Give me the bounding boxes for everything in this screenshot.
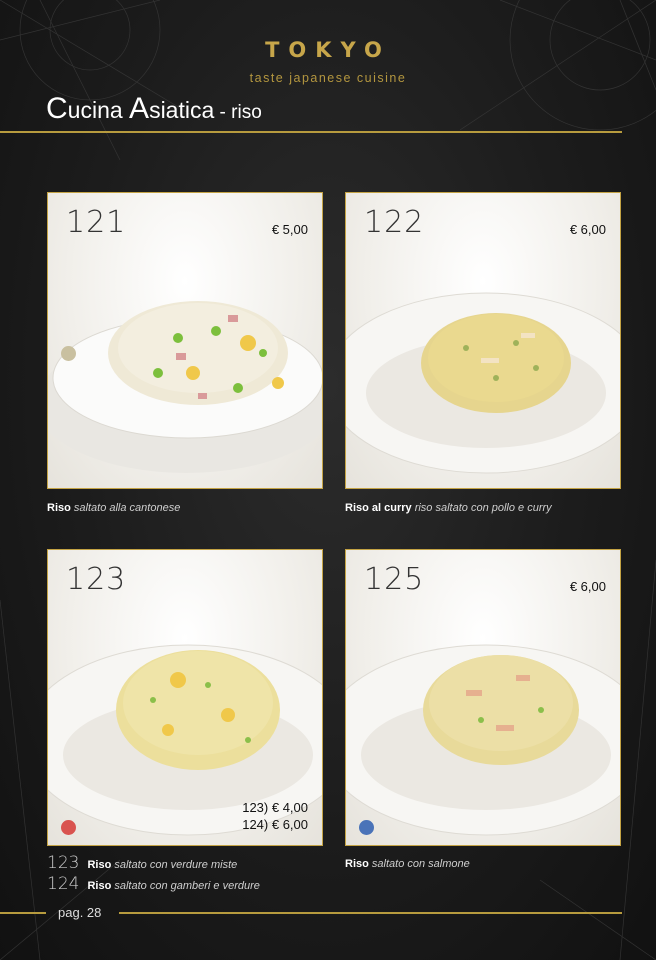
page-number: pag. 28: [58, 905, 102, 920]
title-divider: [0, 131, 622, 133]
dish-description-125: Riso saltato con salmone: [345, 858, 470, 870]
note-detail: saltato con verdure miste: [114, 859, 238, 871]
dish-description-122: Riso al curry riso saltato con pollo e c…: [345, 502, 552, 514]
title-word-1: ucina: [67, 97, 130, 123]
footer-divider-left: [0, 912, 46, 914]
dish-number: 125: [364, 562, 425, 597]
dish-name: Riso al curry: [345, 502, 412, 514]
brand-tagline: taste japanese cuisine: [249, 71, 407, 85]
note-name: Riso: [87, 859, 112, 871]
dish-number: 123: [66, 562, 127, 597]
dish-price: € 6,00: [569, 579, 606, 594]
dish-detail: riso saltato con pollo e curry: [414, 502, 552, 514]
dish-number: 122: [364, 205, 425, 240]
dish-card-121[interactable]: 121 € 5,00: [47, 192, 323, 489]
page-title: Cucina Asiatica - riso: [46, 92, 262, 126]
fish-icon: [359, 820, 374, 835]
dish-detail: saltato alla cantonese: [73, 502, 181, 514]
dish-card-125[interactable]: 125 € 6,00: [345, 549, 621, 846]
note-number: 124: [47, 874, 80, 894]
note-detail: saltato con gamberi e verdure: [114, 880, 260, 892]
dish-description-121: Riso saltato alla cantonese: [47, 502, 180, 514]
dish-price-list: 123) € 4,00 124) € 6,00: [242, 799, 308, 833]
shrimp-icon: [61, 820, 76, 835]
dish-card-123[interactable]: 123 123) € 4,00 124) € 6,00: [47, 549, 323, 846]
note-name: Riso: [87, 880, 112, 892]
dish-name: Riso: [47, 502, 71, 514]
dish-price: 124) € 6,00: [242, 817, 308, 832]
note-row-123: 123 Riso saltato con verdure miste: [47, 853, 237, 873]
note-number: 123: [47, 853, 80, 873]
dish-price: € 5,00: [271, 222, 308, 237]
brand-logo: TOKYO: [265, 38, 391, 62]
dish-card-122[interactable]: 122 € 6,00: [345, 192, 621, 489]
title-initial-a: A: [129, 92, 150, 125]
note-row-124: 124 Riso saltato con gamberi e verdure: [47, 874, 260, 894]
dish-price: 123) € 4,00: [242, 800, 308, 815]
dish-price: € 6,00: [569, 222, 606, 237]
dish-number: 121: [66, 205, 127, 240]
dish-detail: saltato con salmone: [371, 858, 470, 870]
title-initial-c: C: [46, 92, 68, 125]
egg-icon: [61, 346, 76, 361]
title-suffix: - riso: [214, 102, 262, 123]
footer-divider-right: [119, 912, 622, 914]
dish-name: Riso: [345, 858, 369, 870]
title-word-2: siatica: [149, 97, 215, 123]
